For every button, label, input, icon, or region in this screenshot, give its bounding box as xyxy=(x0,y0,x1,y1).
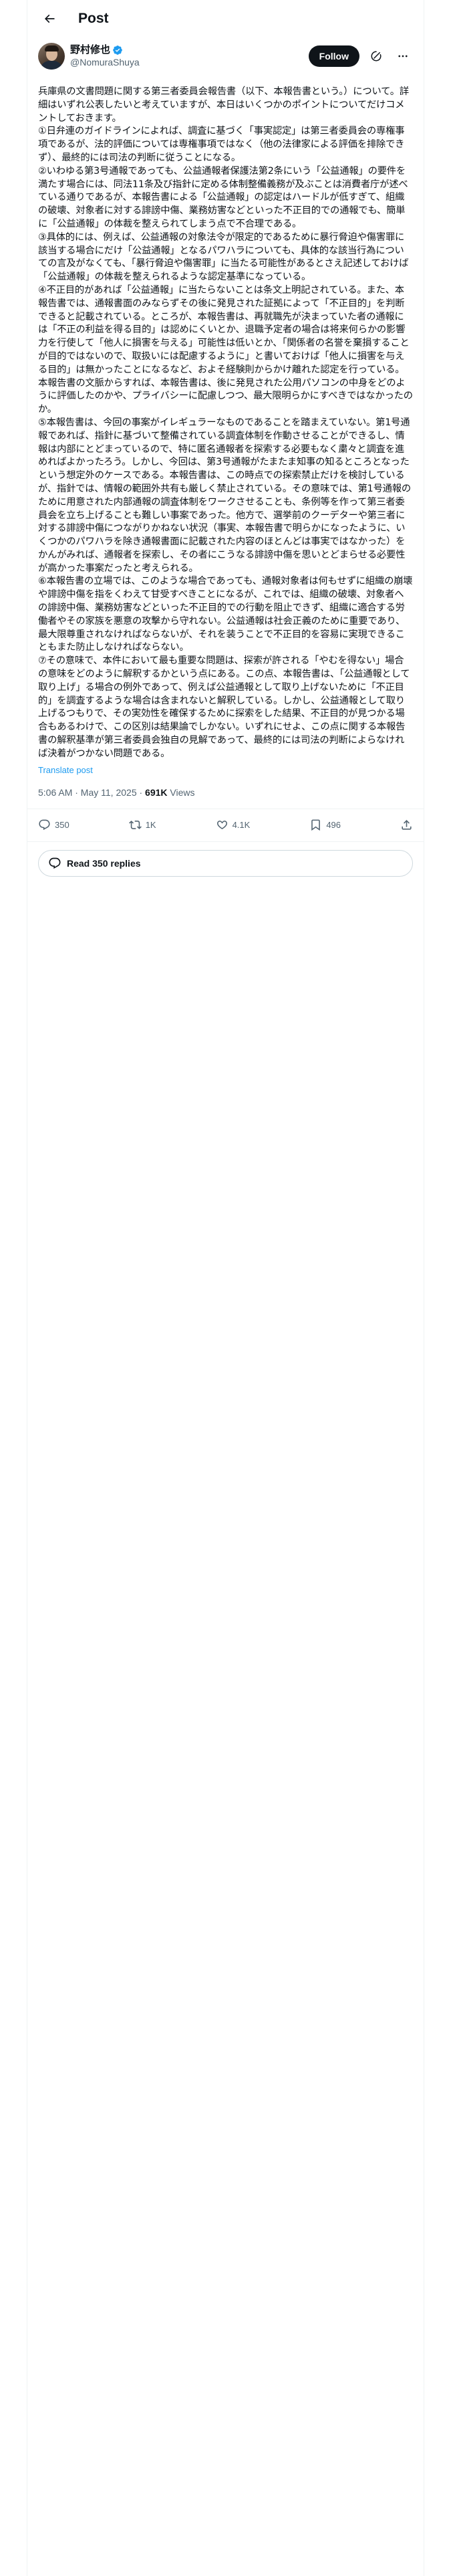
verified-badge-icon xyxy=(113,45,122,55)
post-header: Post xyxy=(27,0,424,37)
repost-icon xyxy=(128,821,142,830)
heart-icon xyxy=(216,821,227,830)
back-button[interactable] xyxy=(38,7,61,30)
author-actions: Follow xyxy=(308,43,413,70)
reply-button[interactable]: 350 xyxy=(38,819,69,831)
arrow-left-icon xyxy=(44,14,55,23)
grok-icon xyxy=(371,51,382,62)
repost-count: 1K xyxy=(145,820,156,831)
reply-count: 350 xyxy=(55,820,69,831)
bookmark-count: 496 xyxy=(326,820,341,831)
more-horizontal-icon xyxy=(398,55,408,58)
repost-button[interactable]: 1K xyxy=(128,819,156,831)
post-text: 兵庫県の文書問題に関する第三者委員会報告書（以下、本報告書という。）について。詳… xyxy=(38,86,413,759)
post-timestamp[interactable]: 5:06 AM · May 11, 2025 · xyxy=(38,787,145,798)
read-replies-label: Read 350 replies xyxy=(67,857,141,869)
replies-section: Read 350 replies xyxy=(27,842,424,885)
share-button[interactable] xyxy=(400,819,413,831)
bookmark-button[interactable]: 496 xyxy=(309,819,341,831)
display-name[interactable]: 野村修也 xyxy=(70,43,110,56)
action-bar: 350 1K 4.1K 496 xyxy=(27,809,424,842)
reply-icon xyxy=(39,819,50,831)
more-options-button[interactable] xyxy=(393,46,413,66)
post-meta: 5:06 AM · May 11, 2025 · 691K Views xyxy=(27,775,424,809)
display-name-line[interactable]: 野村修也 xyxy=(70,43,140,56)
reply-bubble-icon xyxy=(49,857,61,869)
like-button[interactable]: 4.1K xyxy=(216,819,251,831)
author-handle[interactable]: @NomuraShuya xyxy=(70,56,140,69)
views-label: Views xyxy=(167,786,195,798)
page-title: Post xyxy=(78,11,109,26)
avatar[interactable] xyxy=(38,43,65,70)
views-count: 691K xyxy=(145,786,168,798)
post-column: Post 野村修也 @NomuraShuya Follow 兵庫県の文書問題に関… xyxy=(27,0,424,2576)
author-names: 野村修也 @NomuraShuya xyxy=(70,43,140,70)
translate-link[interactable]: Translate post xyxy=(27,761,424,775)
author-row: 野村修也 @NomuraShuya Follow xyxy=(27,37,424,78)
bookmark-icon xyxy=(311,819,321,831)
like-count: 4.1K xyxy=(232,820,251,831)
follow-button[interactable]: Follow xyxy=(308,45,359,67)
grok-button[interactable] xyxy=(366,46,386,66)
share-icon xyxy=(402,820,412,830)
read-replies-button[interactable]: Read 350 replies xyxy=(38,849,413,877)
